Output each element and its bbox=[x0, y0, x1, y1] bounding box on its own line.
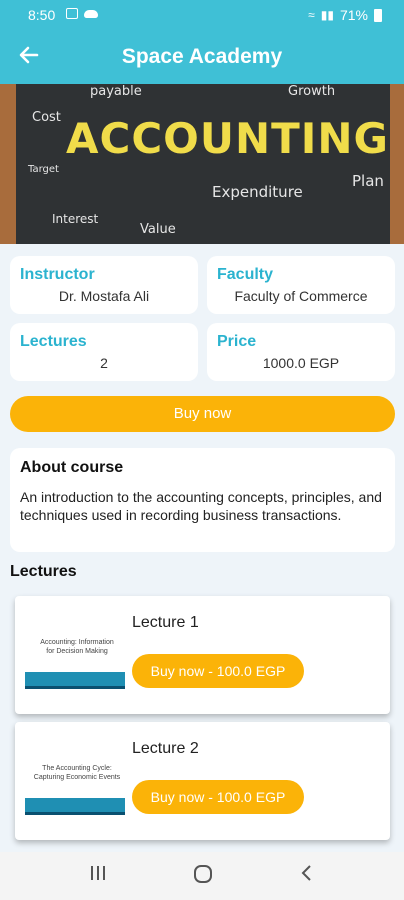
thumb-title-line: Accounting: Information bbox=[40, 639, 114, 646]
back-icon[interactable] bbox=[300, 864, 314, 887]
course-banner-image: payable Growth Cost Target Expenditure P… bbox=[0, 84, 404, 244]
chalk-word: Growth bbox=[288, 84, 336, 99]
gallery-icon bbox=[66, 8, 78, 19]
lecture-card[interactable]: Accounting: Information for Decision Mak… bbox=[15, 596, 390, 714]
thumb-title-line: Capturing Economic Events bbox=[33, 774, 121, 781]
about-heading: About course bbox=[20, 459, 124, 476]
lecture-thumbnail: Accounting: Information for Decision Mak… bbox=[23, 604, 131, 706]
signal-icon: ▮▮ bbox=[320, 8, 334, 22]
battery-icon bbox=[374, 8, 382, 22]
lecture-thumbnail: The Accounting Cycle: Capturing Economic… bbox=[23, 730, 131, 832]
thumb-title-line: for Decision Making bbox=[46, 648, 108, 655]
status-time: 8:50 bbox=[28, 7, 56, 23]
cloud-icon bbox=[84, 10, 98, 18]
battery-level: 71% bbox=[339, 7, 368, 23]
price-label: Price bbox=[217, 333, 257, 350]
instructor-card: Instructor Dr. Mostafa Ali bbox=[10, 256, 198, 314]
lecture-card[interactable]: The Accounting Cycle: Capturing Economic… bbox=[15, 722, 390, 840]
banner-headline: ACCOUNTING bbox=[66, 114, 390, 163]
chalk-word: Cost bbox=[32, 110, 61, 125]
lectures-heading: Lectures bbox=[10, 563, 77, 580]
about-course-card: About course An introduction to the acco… bbox=[10, 448, 395, 552]
chalk-word: Value bbox=[140, 222, 176, 237]
instructor-label: Instructor bbox=[20, 266, 95, 283]
page-title: Space Academy bbox=[121, 45, 283, 68]
thumb-title-line: The Accounting Cycle: bbox=[42, 765, 112, 772]
home-icon[interactable] bbox=[193, 864, 213, 889]
lectures-value: 2 bbox=[100, 355, 108, 371]
price-card: Price 1000.0 EGP bbox=[207, 323, 395, 381]
chalk-word: Plan bbox=[352, 172, 384, 190]
status-bar: 8:50 ≈ ▮▮ 71% bbox=[0, 0, 404, 30]
chalk-word: Interest bbox=[52, 212, 99, 226]
chalk-word: Target bbox=[28, 164, 59, 175]
lectures-count-card: Lectures 2 bbox=[10, 323, 198, 381]
chalk-word: payable bbox=[90, 84, 142, 99]
about-text: An introduction to the accounting concep… bbox=[20, 489, 382, 523]
buy-course-button[interactable]: Buy now bbox=[10, 396, 395, 432]
price-value: 1000.0 EGP bbox=[262, 355, 340, 371]
faculty-card: Faculty Faculty of Commerce bbox=[207, 256, 395, 314]
app-bar: Space Academy bbox=[0, 30, 404, 84]
buy-lecture-button[interactable]: Buy now - 100.0 EGP bbox=[132, 780, 304, 814]
recent-apps-icon[interactable] bbox=[90, 864, 106, 887]
wifi-icon: ≈ bbox=[308, 8, 315, 22]
lecture-name: Lecture 2 bbox=[132, 740, 199, 757]
system-nav-bar bbox=[0, 852, 404, 900]
instructor-value: Dr. Mostafa Ali bbox=[58, 288, 150, 304]
lectures-label: Lectures bbox=[20, 333, 87, 350]
lecture-name: Lecture 1 bbox=[132, 614, 199, 631]
chalk-word: Expenditure bbox=[212, 183, 303, 201]
buy-lecture-button[interactable]: Buy now - 100.0 EGP bbox=[132, 654, 304, 688]
faculty-value: Faculty of Commerce bbox=[234, 288, 368, 304]
faculty-label: Faculty bbox=[217, 266, 274, 283]
